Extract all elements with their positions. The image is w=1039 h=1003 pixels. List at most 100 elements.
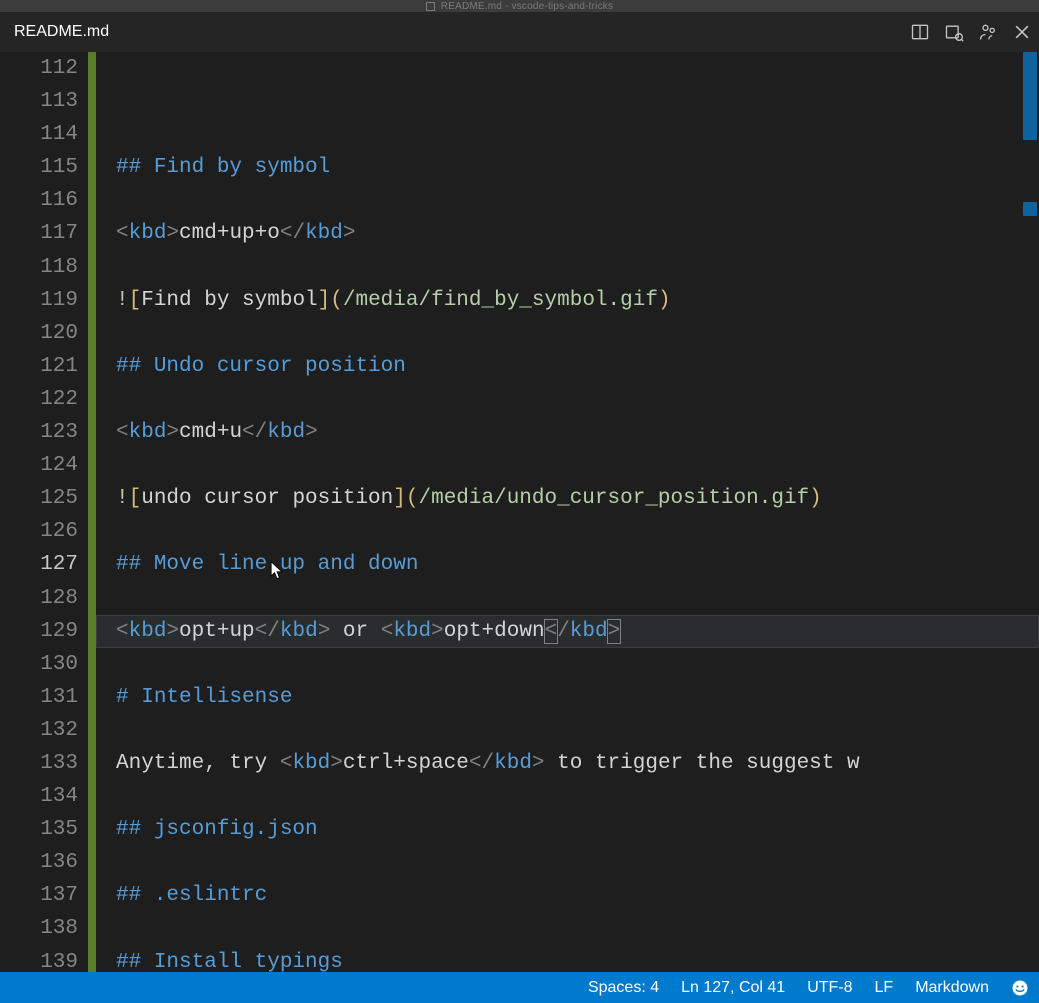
code-line[interactable]	[116, 184, 1039, 217]
line-number: 119	[0, 284, 78, 317]
code-line[interactable]	[116, 515, 1039, 548]
split-editor-button[interactable]	[903, 12, 937, 52]
editor-area[interactable]: 1121131141151161171181191201211221231241…	[0, 52, 1039, 972]
code-token: kbd	[393, 620, 431, 643]
tab-filename: README.md	[14, 23, 109, 41]
line-number: 132	[0, 714, 78, 747]
code-token: jsconfig.json	[154, 818, 318, 841]
line-number: 123	[0, 416, 78, 449]
code-token: )	[658, 289, 671, 312]
code-token: >	[318, 620, 331, 643]
code-line[interactable]: ## jsconfig.json	[116, 813, 1039, 846]
modified-indicator-icon	[426, 2, 435, 11]
status-encoding[interactable]: UTF-8	[807, 979, 852, 997]
code-token: ##	[116, 951, 154, 972]
code-token: ##	[116, 884, 154, 907]
code-token: <	[116, 421, 129, 444]
code-token: <	[116, 222, 129, 245]
code-token: kbd	[292, 752, 330, 775]
code-token: Find by symbol	[141, 289, 317, 312]
code-content[interactable]: ## Find by symbol<kbd>cmd+up+o</kbd>![Fi…	[96, 52, 1039, 972]
code-token: /	[292, 222, 305, 245]
line-number: 114	[0, 118, 78, 151]
code-line[interactable]: <kbd>cmd+up+o</kbd>	[116, 217, 1039, 250]
code-token: >	[166, 222, 179, 245]
code-token: /	[255, 421, 268, 444]
line-number: 117	[0, 217, 78, 250]
code-token: to trigger the suggest w	[545, 752, 860, 775]
code-token: >	[532, 752, 545, 775]
code-line[interactable]: ## .eslintrc	[116, 879, 1039, 912]
code-token: <	[381, 620, 394, 643]
tab-readme[interactable]: README.md	[14, 12, 129, 52]
code-line[interactable]	[116, 383, 1039, 416]
code-token: undo cursor position	[141, 487, 393, 510]
code-token: >	[166, 620, 179, 643]
line-number: 121	[0, 350, 78, 383]
code-line[interactable]: ## Install typings	[116, 946, 1039, 972]
code-token: cmd+u	[179, 421, 242, 444]
line-number: 137	[0, 879, 78, 912]
code-line[interactable]: ## Undo cursor position	[116, 350, 1039, 383]
code-line[interactable]: ![undo cursor position](/media/undo_curs…	[116, 482, 1039, 515]
overview-ruler[interactable]	[1023, 52, 1037, 972]
window-title-bar: README.md - vscode-tips-and-tricks	[0, 0, 1039, 12]
code-token: >	[343, 222, 356, 245]
code-token: /	[557, 620, 570, 643]
code-line-current[interactable]: <kbd>opt+up</kbd> or <kbd>opt+down</kbd>	[96, 615, 1039, 648]
status-eol[interactable]: LF	[875, 979, 894, 997]
line-number: 135	[0, 813, 78, 846]
code-token: >	[166, 421, 179, 444]
close-editor-button[interactable]	[1005, 12, 1039, 52]
code-token: Install typings	[154, 951, 343, 972]
code-line[interactable]	[116, 317, 1039, 350]
code-token: >	[608, 620, 621, 643]
code-line[interactable]	[116, 846, 1039, 879]
code-token: <	[116, 620, 129, 643]
code-line[interactable]: Anytime, try <kbd>ctrl+space</kbd> to tr…	[116, 747, 1039, 780]
line-number: 124	[0, 449, 78, 482]
code-line[interactable]: ![Find by symbol](/media/find_by_symbol.…	[116, 284, 1039, 317]
feedback-button[interactable]	[1011, 979, 1029, 997]
line-number: 113	[0, 85, 78, 118]
code-line[interactable]	[116, 912, 1039, 945]
line-number: 128	[0, 582, 78, 615]
code-token: <	[280, 222, 293, 245]
code-token: <	[242, 421, 255, 444]
code-token: kbd	[129, 620, 167, 643]
code-token: cmd+up+o	[179, 222, 280, 245]
code-line[interactable]	[116, 714, 1039, 747]
scroll-thumb[interactable]	[1023, 202, 1037, 216]
status-cursor-position[interactable]: Ln 127, Col 41	[681, 979, 785, 997]
code-line[interactable]: ## Find by symbol	[116, 151, 1039, 184]
scroll-thumb[interactable]	[1023, 52, 1037, 140]
code-line[interactable]	[116, 449, 1039, 482]
code-line[interactable]	[116, 780, 1039, 813]
code-line[interactable]	[116, 648, 1039, 681]
code-line[interactable]	[116, 582, 1039, 615]
code-token: >	[330, 752, 343, 775]
status-language[interactable]: Markdown	[915, 979, 989, 997]
code-line[interactable]: <kbd>cmd+u</kbd>	[116, 416, 1039, 449]
code-token: /	[267, 620, 280, 643]
line-number: 136	[0, 846, 78, 879]
line-number: 112	[0, 52, 78, 85]
status-indent[interactable]: Spaces: 4	[588, 979, 659, 997]
code-line[interactable]: ## Move line up and down	[116, 548, 1039, 581]
code-token: Anytime, try	[116, 752, 280, 775]
code-token: !	[116, 487, 129, 510]
code-token: <	[545, 620, 558, 643]
more-actions-icon	[978, 22, 998, 42]
line-number: 138	[0, 912, 78, 945]
code-token: (	[406, 487, 419, 510]
code-token: kbd	[280, 620, 318, 643]
code-token: opt+up	[179, 620, 255, 643]
editor-tabbar: README.md	[0, 12, 1039, 52]
code-token: kbd	[129, 421, 167, 444]
code-line[interactable]: # Intellisense	[116, 681, 1039, 714]
open-preview-button[interactable]	[937, 12, 971, 52]
code-line[interactable]	[116, 118, 1039, 151]
more-actions-button[interactable]	[971, 12, 1005, 52]
line-number: 133	[0, 747, 78, 780]
code-line[interactable]	[116, 251, 1039, 284]
